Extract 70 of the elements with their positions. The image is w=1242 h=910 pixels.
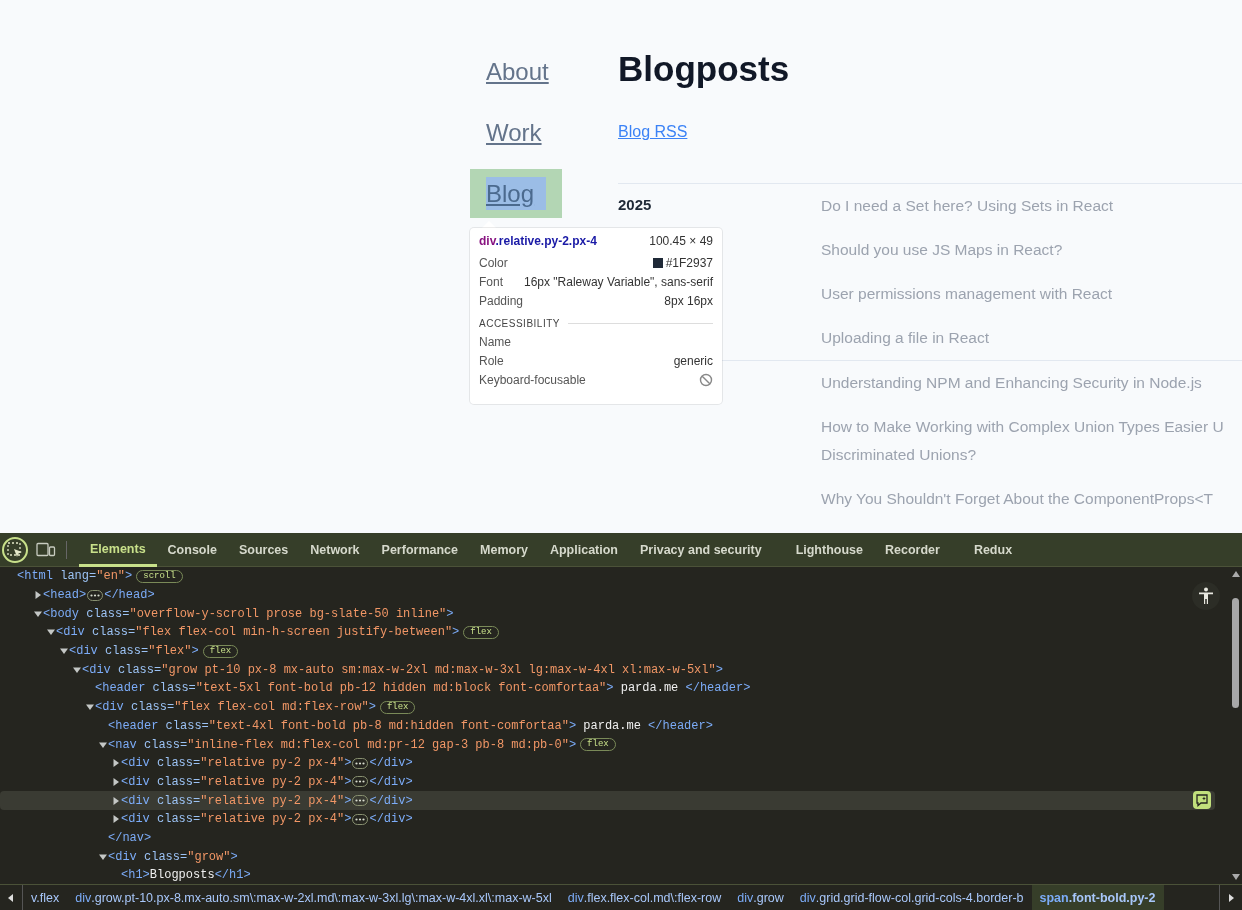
- ellipsis-button[interactable]: [352, 757, 369, 769]
- devtools-tab[interactable]: Recorder: [874, 532, 951, 567]
- code-line[interactable]: <header class="text-5xl font-bold pb-12 hidden md:block font-comfortaa"> parda.me </header>: [0, 679, 751, 698]
- property-label: Padding: [479, 293, 524, 308]
- device-toolbar-icon[interactable]: [36, 541, 56, 558]
- ellipsis-button[interactable]: [352, 813, 369, 825]
- ellipsis-button[interactable]: [352, 776, 369, 788]
- devtools-tab[interactable]: Redux: [962, 532, 1024, 567]
- code-line[interactable]: <div class="grow pt-10 px-8 mx-auto sm:max-w-2xl md:max-w-3xl lg:max-w-4xl xl:max-w-5xl">: [0, 660, 723, 680]
- collapsed-arrow-icon[interactable]: [33, 590, 43, 601]
- breadcrumb[interactable]: div.flex.flex-col.md\:flex-row: [559, 885, 730, 910]
- collapsed-arrow-icon[interactable]: [111, 795, 121, 806]
- devtools-tab[interactable]: Performance: [370, 532, 469, 567]
- scroll-up-icon[interactable]: [1230, 570, 1241, 578]
- nav-link[interactable]: Work: [470, 108, 558, 157]
- devtools-tab[interactable]: Memory: [469, 532, 539, 567]
- rss-link[interactable]: Blog RSS: [618, 123, 688, 141]
- devtools-tab[interactable]: Privacy and security: [629, 532, 773, 567]
- property-label: Font: [479, 274, 503, 289]
- code-line[interactable]: <nav class="inline-flex md:flex-col md:pr-12 gap-3 pb-8 md:pb-0"> flex: [0, 735, 616, 754]
- devtools-tab[interactable]: Network: [299, 532, 371, 567]
- accessibility-button[interactable]: [1192, 582, 1220, 610]
- breadcrumb[interactable]: div.grid.grid-flow-col.grid-cols-4.border-b: [791, 885, 1032, 910]
- devtools-tab[interactable]: Sources: [227, 532, 300, 567]
- code-line[interactable]: </nav>: [0, 828, 152, 848]
- breadcrumb[interactable]: span.font-bold.py-2: [1031, 885, 1164, 910]
- breadcrumb[interactable]: div.grow.pt-10.px-8.mx-auto.sm\:max-w-2xl.md\:max-w-3xl.lg\:max-w-4xl.xl\:max-w-5xl: [67, 885, 560, 910]
- collapsed-arrow-icon[interactable]: [111, 814, 121, 825]
- collapsed-arrow-icon[interactable]: [111, 776, 121, 787]
- devtools-tab[interactable]: Lighthouse: [784, 532, 874, 567]
- code-line[interactable]: <div class="relative py-2 px-4"> </div>: [0, 809, 413, 829]
- code-line[interactable]: <head> </head>: [0, 585, 155, 605]
- property-label: Name: [479, 334, 511, 349]
- property-value: #1F2937: [665, 255, 713, 270]
- code-line[interactable]: <div class="flex"> flex: [0, 641, 239, 661]
- code-line[interactable]: <body class="overflow-y-scroll prose bg-slate-50 inline">: [0, 604, 454, 624]
- code-line[interactable]: <html lang="en"> scroll: [0, 567, 183, 586]
- property-value: generic: [673, 353, 713, 368]
- collapsed-arrow-icon[interactable]: [111, 758, 121, 769]
- scroll-left-icon[interactable]: [7, 892, 15, 903]
- property-value: 16px "Raleway Variable", sans-serif: [523, 274, 713, 289]
- element-selector: div.relative.py-2.px-4: [479, 234, 597, 248]
- section-title: ACCESSIBILITY: [479, 318, 560, 329]
- code-line[interactable]: <div class="flex flex-col md:flex-row"> flex: [0, 697, 416, 717]
- breadcrumb[interactable]: v.flex: [23, 885, 68, 910]
- ellipsis-button[interactable]: [352, 795, 369, 807]
- year-label: 2025: [618, 196, 652, 213]
- scroll-down-icon[interactable]: [1230, 873, 1241, 881]
- devtools-tab[interactable]: Console: [156, 532, 228, 567]
- ai-assist-button[interactable]: [1193, 791, 1211, 810]
- breadcrumb[interactable]: div.grow: [729, 885, 792, 910]
- element-size: 100.45 × 49: [649, 234, 713, 248]
- property-value: 8px 16px: [664, 293, 713, 308]
- code-line[interactable]: <h1>Blogposts</h1>: [0, 866, 251, 885]
- scroll-right-icon[interactable]: [1227, 892, 1235, 903]
- property-label: Keyboard-focusable: [479, 372, 586, 387]
- code-line[interactable]: <div class="flex flex-col min-h-screen justify-between"> flex: [0, 623, 499, 642]
- devtools-tab[interactable]: Elements: [79, 532, 157, 567]
- nav-link[interactable]: About: [470, 47, 565, 96]
- property-label: Color: [479, 255, 508, 270]
- property-label: Role: [479, 353, 504, 368]
- code-line[interactable]: <div class="relative py-2 px-4"> </div>: [0, 753, 413, 773]
- code-line[interactable]: <div class="grow">: [0, 847, 238, 866]
- devtools-tab[interactable]: Application: [538, 532, 629, 567]
- page-heading: Blogposts: [618, 48, 791, 90]
- code-line[interactable]: <div class="relative py-2 px-4"> </div>: [0, 772, 413, 792]
- scrollbar-thumb[interactable]: [1232, 598, 1239, 708]
- ellipsis-button[interactable]: [87, 589, 104, 601]
- inspect-element-icon[interactable]: [6, 540, 24, 559]
- code-line[interactable]: <header class="text-4xl font-bold pb-8 md:hidden font-comfortaa"> parda.me </header>: [0, 716, 713, 736]
